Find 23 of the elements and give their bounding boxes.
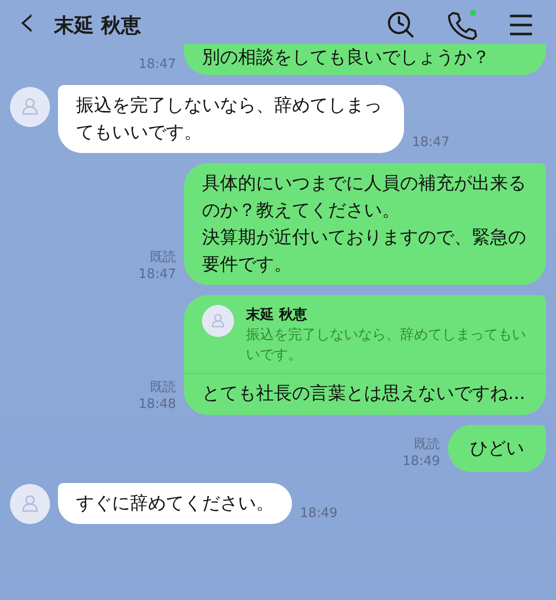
message-time: 18:49: [402, 453, 440, 470]
search-icon[interactable]: [386, 10, 416, 40]
avatar-icon: [202, 305, 234, 337]
phone-icon[interactable]: [446, 10, 478, 40]
message-bubble: ひどい: [448, 425, 546, 472]
quoted-message: 振込を完了しないなら、辞めてしまってもいいです。: [246, 326, 527, 365]
read-receipt: 既読: [150, 249, 176, 266]
message-bubble: すぐに辞めてください。: [58, 483, 292, 524]
message-bubble: 具体的にいつまでに人員の補充が出来るのか？教えてください。 決算期が近付いておりますので、緊急の要件です。: [184, 163, 546, 285]
chat-title: 末延 秋恵: [54, 12, 142, 38]
back-button[interactable]: ‹: [18, 2, 54, 42]
menu-icon[interactable]: [508, 13, 534, 37]
quoted-sender: 末延 秋恵: [246, 306, 308, 325]
message-time: 18:49: [300, 505, 338, 522]
message-time: 18:47: [138, 266, 176, 283]
message-time: 18:47: [412, 134, 450, 151]
read-receipt: 既読: [150, 379, 176, 396]
message-text: とても社長の言葉とは思えないですね...: [201, 382, 526, 406]
message-time: 18:48: [138, 396, 176, 413]
read-receipt: 既読: [414, 436, 440, 453]
message-time: 18:47: [138, 56, 176, 73]
message-bubble: 別の相談をしても良いでしょうか？: [184, 44, 546, 75]
message-bubble: 振込を完了しないなら、辞めてしまってもいいです。: [58, 85, 404, 153]
